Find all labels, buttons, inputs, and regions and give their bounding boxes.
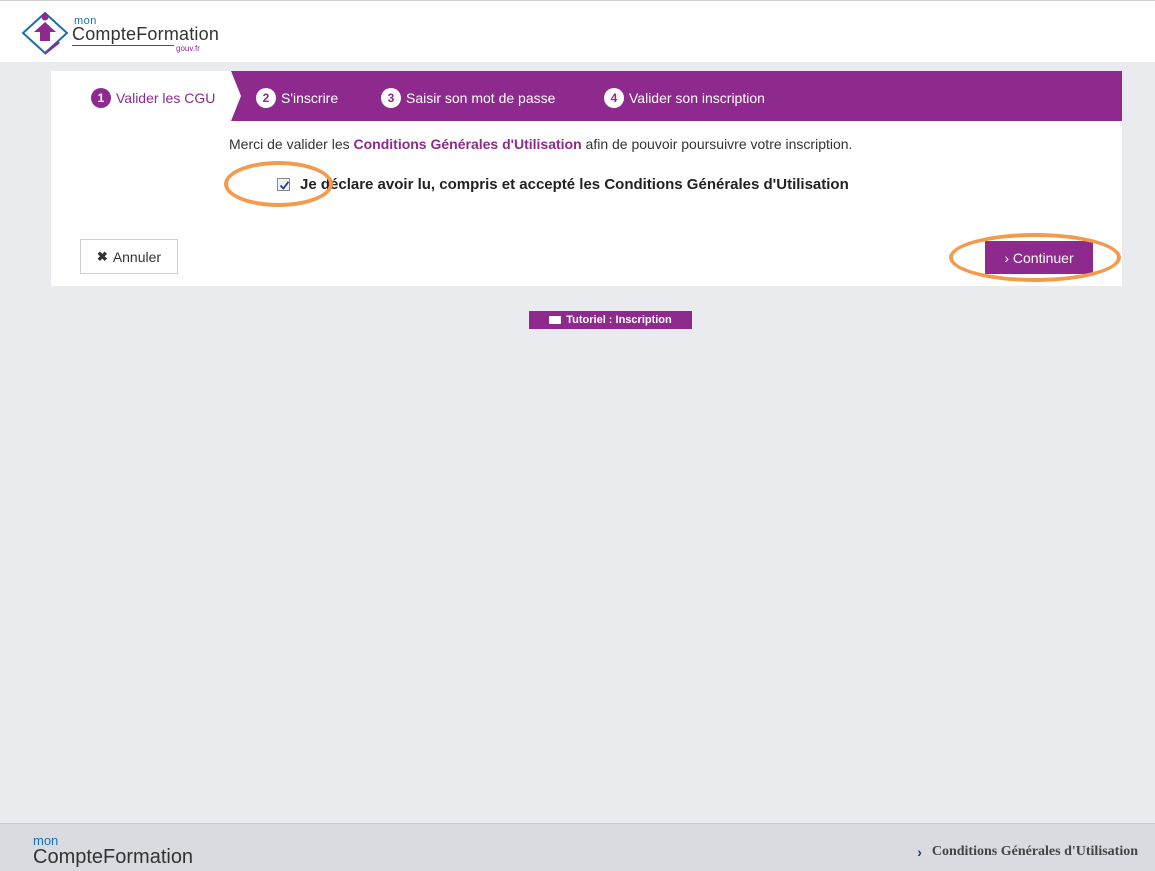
intro-before: Merci de valider les	[229, 136, 354, 152]
cgu-link[interactable]: Conditions Générales d'Utilisation	[354, 136, 582, 152]
footer-cgu-label: Conditions Générales d'Utilisation	[931, 844, 1138, 859]
footer-logo-name: CompteFormation	[33, 846, 194, 868]
step-number: 2	[256, 88, 276, 108]
step-label: S'inscrire	[281, 90, 339, 106]
step-number: 4	[604, 88, 624, 108]
step-number: 1	[91, 88, 111, 108]
close-icon: ✖	[96, 248, 108, 264]
cancel-button-label: Annuler	[112, 248, 162, 265]
tutorial-label: Tutoriel : Inscription	[566, 314, 672, 326]
header: mon CompteFormation gouv.fr	[0, 0, 1155, 62]
tutorial-button[interactable]: Tutoriel : Inscription	[529, 311, 692, 329]
footer-cgu-link[interactable]: › Conditions Générales d'Utilisation	[917, 844, 1138, 860]
logo-name-text: CompteFormation	[72, 24, 220, 44]
continue-button[interactable]: › Continuer	[985, 241, 1093, 274]
video-camera-icon	[549, 316, 562, 324]
registration-panel: 1 Valider les CGU 2 S'inscrire 3 Saisir …	[51, 71, 1122, 286]
progress-steps: 1 Valider les CGU 2 S'inscrire 3 Saisir …	[51, 71, 1122, 121]
intro-after: afin de pouvoir poursuivre votre inscrip…	[581, 136, 853, 152]
logo[interactable]: mon CompteFormation gouv.fr	[20, 9, 240, 55]
step-mot-de-passe[interactable]: 3 Saisir son mot de passe	[381, 87, 555, 109]
step-valider-inscription[interactable]: 4 Valider son inscription	[604, 87, 765, 109]
intro-text: Merci de valider les Conditions Générale…	[229, 136, 852, 152]
step-label: Valider son inscription	[629, 90, 765, 106]
step-label: Valider les CGU	[116, 90, 216, 106]
continue-button-label: › Continuer	[1004, 249, 1074, 266]
cgu-checkbox[interactable]	[277, 178, 290, 191]
step-valider-cgu[interactable]: 1 Valider les CGU	[91, 87, 215, 109]
chevron-right-icon: ›	[917, 844, 922, 860]
cancel-button[interactable]: ✖ Annuler	[80, 239, 178, 274]
checkmark-icon	[279, 181, 290, 190]
logo-underline	[72, 45, 174, 46]
cgu-accept-row: Je déclare avoir lu, compris et accepté …	[277, 176, 849, 193]
logo-icon	[21, 11, 69, 55]
footer: mon CompteFormation › Conditions Général…	[0, 823, 1155, 871]
step-label: Saisir son mot de passe	[406, 90, 556, 106]
logo-gouv-text: gouv.fr	[176, 44, 200, 53]
step-inscrire[interactable]: 2 S'inscrire	[256, 87, 338, 109]
step-number: 3	[381, 88, 401, 108]
cgu-checkbox-label[interactable]: Je déclare avoir lu, compris et accepté …	[300, 176, 849, 193]
